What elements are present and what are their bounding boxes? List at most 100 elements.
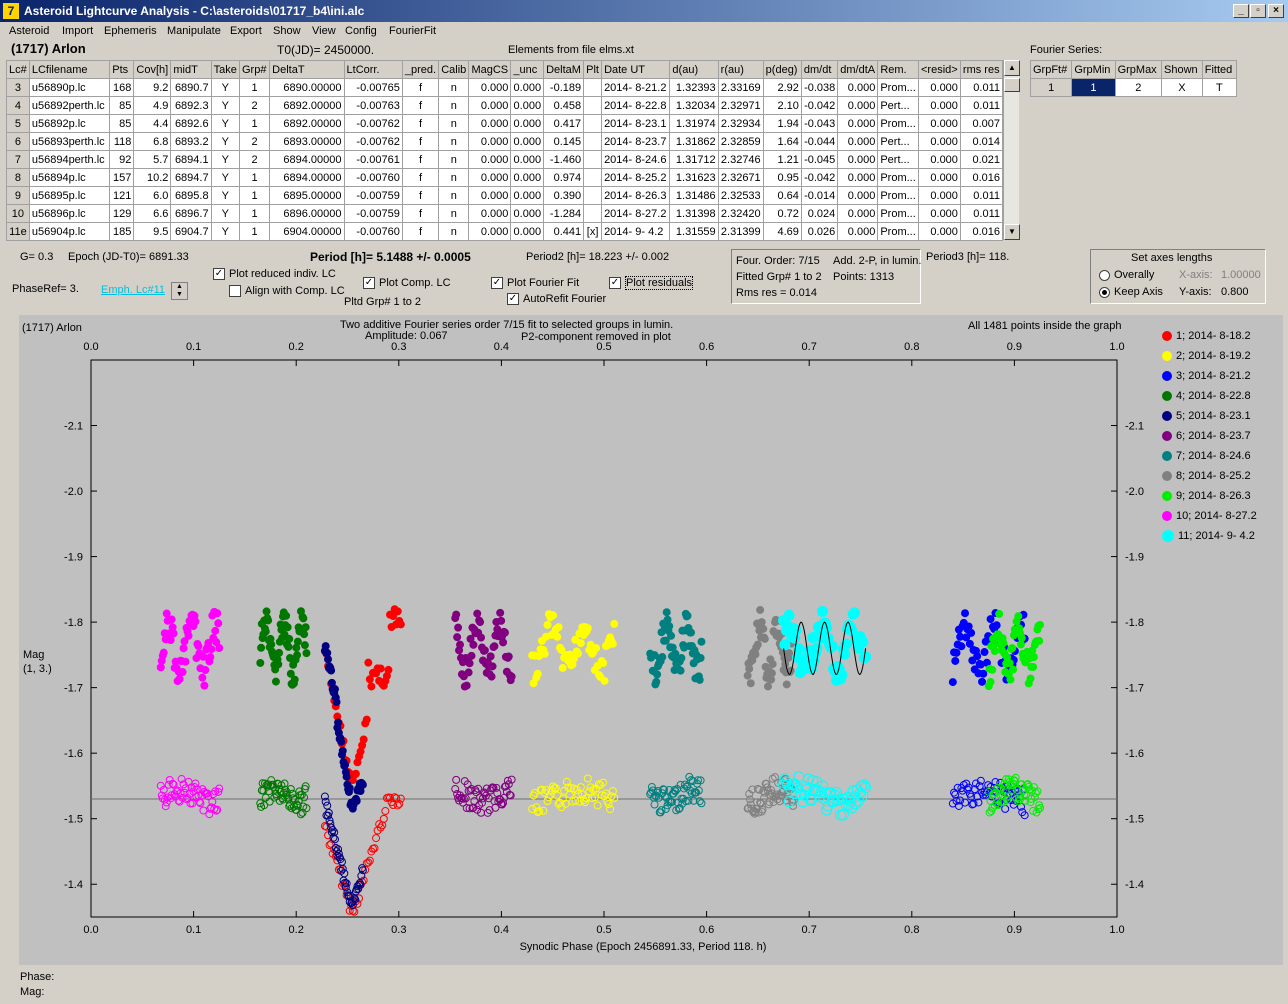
table-cell[interactable]: u56894perth.lc [28, 150, 111, 169]
table-cell[interactable]: -0.043 [800, 114, 839, 133]
table-cell[interactable]: n [438, 168, 470, 187]
table-cell[interactable]: Prom... [877, 168, 919, 187]
table-cell[interactable]: 1.31623 [669, 168, 719, 187]
table-cell[interactable]: 1.64 [762, 132, 802, 151]
table-cell[interactable]: 2014- 8-23.7 [601, 132, 671, 151]
table-cell[interactable]: 6896.00000 [269, 204, 345, 223]
table-cell[interactable]: 0.000 [468, 168, 512, 187]
table-cell[interactable]: 0.000 [837, 150, 879, 169]
table-cell[interactable]: 6893.2 [170, 132, 212, 151]
table-cell[interactable]: 2.32671 [717, 168, 764, 187]
table-cell[interactable]: Prom... [877, 114, 919, 133]
table-cell[interactable]: 6890.00000 [269, 78, 345, 97]
table-cell[interactable]: 0.441 [543, 222, 585, 241]
table-cell[interactable]: 0.000 [837, 168, 879, 187]
table-row[interactable]: 8 u56894p.lc 157 10.2 6894.7 Y 1 6894.00000 -0.0… [6, 168, 1004, 187]
table-cell[interactable]: 6904.00000 [269, 222, 345, 241]
table-row[interactable]: 5 u56892p.lc 85 4.4 6892.6 Y 1 6892.00000 -0.007… [6, 114, 1004, 133]
table-cell[interactable]: 9 [6, 186, 30, 205]
table-cell[interactable]: u56890p.lc [28, 78, 111, 97]
table-cell[interactable]: [x] [583, 222, 603, 241]
checkbox-box[interactable]: ✓ [609, 277, 621, 290]
menu-config[interactable]: Config [345, 25, 377, 37]
emph-spinner[interactable]: ▲ ▼ [171, 282, 188, 300]
column-header[interactable]: Plt [583, 60, 603, 79]
table-cell[interactable]: 0.011 [959, 78, 1004, 97]
menu-show[interactable]: Show [273, 25, 301, 37]
table-cell[interactable]: 6895.8 [170, 186, 212, 205]
menu-view[interactable]: View [312, 25, 336, 37]
column-header[interactable]: dm/dt [800, 60, 839, 79]
checkbox-box[interactable]: ✓ [507, 293, 519, 306]
table-cell[interactable]: 10.2 [133, 168, 172, 187]
table-cell[interactable]: -1.460 [543, 150, 585, 169]
overall-radio[interactable]: Overally [1099, 269, 1154, 281]
fs-cell[interactable]: T [1201, 78, 1238, 97]
scroll-up-button[interactable]: ▲ [1004, 60, 1020, 76]
table-cell[interactable]: u56894p.lc [28, 168, 111, 187]
table-cell[interactable]: 185 [109, 222, 135, 241]
table-cell[interactable]: 0.000 [510, 114, 545, 133]
plot-residuals-checkbox[interactable]: ✓ Plot residuals [609, 276, 694, 290]
table-cell[interactable]: n [438, 222, 470, 241]
table-cell[interactable]: 2.32533 [717, 186, 764, 205]
radio-circle[interactable] [1099, 269, 1110, 281]
table-cell[interactable]: 2.33169 [717, 78, 764, 97]
table-cell[interactable]: 0.000 [510, 186, 545, 205]
table-cell[interactable]: 11e [6, 222, 30, 241]
chart-svg[interactable]: 0.00.00.10.10.20.20.30.30.40.40.50.50.60… [19, 315, 1283, 965]
table-cell[interactable]: 0.021 [959, 150, 1004, 169]
table-cell[interactable]: 0.390 [543, 186, 585, 205]
table-cell[interactable]: n [438, 204, 470, 223]
table-cell[interactable]: 6894.1 [170, 150, 212, 169]
table-cell[interactable]: 4.9 [133, 96, 172, 115]
table-cell[interactable]: 0.000 [510, 132, 545, 151]
table-cell[interactable]: 0.000 [918, 78, 961, 97]
column-header[interactable]: Cov[h] [133, 60, 172, 79]
yaxis-value[interactable]: 0.800 [1221, 286, 1249, 298]
table-cell[interactable]: 0.000 [918, 114, 961, 133]
table-cell[interactable]: 6.8 [133, 132, 172, 151]
table-cell[interactable]: 1.31559 [669, 222, 719, 241]
fs-cell[interactable]: 1 [1029, 78, 1073, 97]
table-cell[interactable]: 6.6 [133, 204, 172, 223]
table-cell[interactable]: 10 [6, 204, 30, 223]
keep-axis-radio[interactable]: Keep Axis [1099, 286, 1163, 298]
table-cell[interactable] [583, 132, 603, 151]
table-cell[interactable]: 1 [238, 114, 271, 133]
table-cell[interactable]: f [401, 150, 440, 169]
table-cell[interactable]: 0.000 [510, 150, 545, 169]
table-cell[interactable]: f [401, 78, 440, 97]
table-cell[interactable]: 0.016 [959, 168, 1004, 187]
table-cell[interactable]: 2.31399 [717, 222, 764, 241]
column-header[interactable]: LCfilename [28, 60, 111, 79]
column-header[interactable]: _unc [510, 60, 545, 79]
table-cell[interactable]: 0.000 [468, 114, 512, 133]
table-cell[interactable]: Y [210, 96, 240, 115]
column-header[interactable]: Rem. [877, 60, 919, 79]
table-cell[interactable]: f [401, 114, 440, 133]
table-cell[interactable]: 0.011 [959, 96, 1004, 115]
table-cell[interactable]: Prom... [877, 78, 919, 97]
table-cell[interactable]: 9.5 [133, 222, 172, 241]
table-cell[interactable]: 6892.3 [170, 96, 212, 115]
table-cell[interactable]: 0.000 [918, 96, 961, 115]
table-cell[interactable] [583, 78, 603, 97]
table-cell[interactable]: n [438, 186, 470, 205]
table-cell[interactable]: -0.189 [543, 78, 585, 97]
table-cell[interactable]: 2014- 8-25.2 [601, 168, 671, 187]
table-cell[interactable]: n [438, 150, 470, 169]
table-cell[interactable]: 0.000 [837, 132, 879, 151]
checkbox-box[interactable]: ✓ [213, 268, 225, 281]
table-cell[interactable]: u56895p.lc [28, 186, 111, 205]
table-scrollbar[interactable]: ▲ ▼ [1003, 60, 1020, 240]
table-cell[interactable]: 2 [238, 132, 271, 151]
column-header[interactable]: midT [170, 60, 212, 79]
table-cell[interactable]: 0.000 [468, 222, 512, 241]
table-cell[interactable]: 2.32746 [717, 150, 764, 169]
scroll-down-button[interactable]: ▼ [1004, 224, 1020, 240]
table-cell[interactable]: 1.94 [762, 114, 802, 133]
table-cell[interactable]: Y [210, 168, 240, 187]
close-button[interactable]: × [1268, 4, 1284, 18]
table-cell[interactable]: 6 [6, 132, 30, 151]
